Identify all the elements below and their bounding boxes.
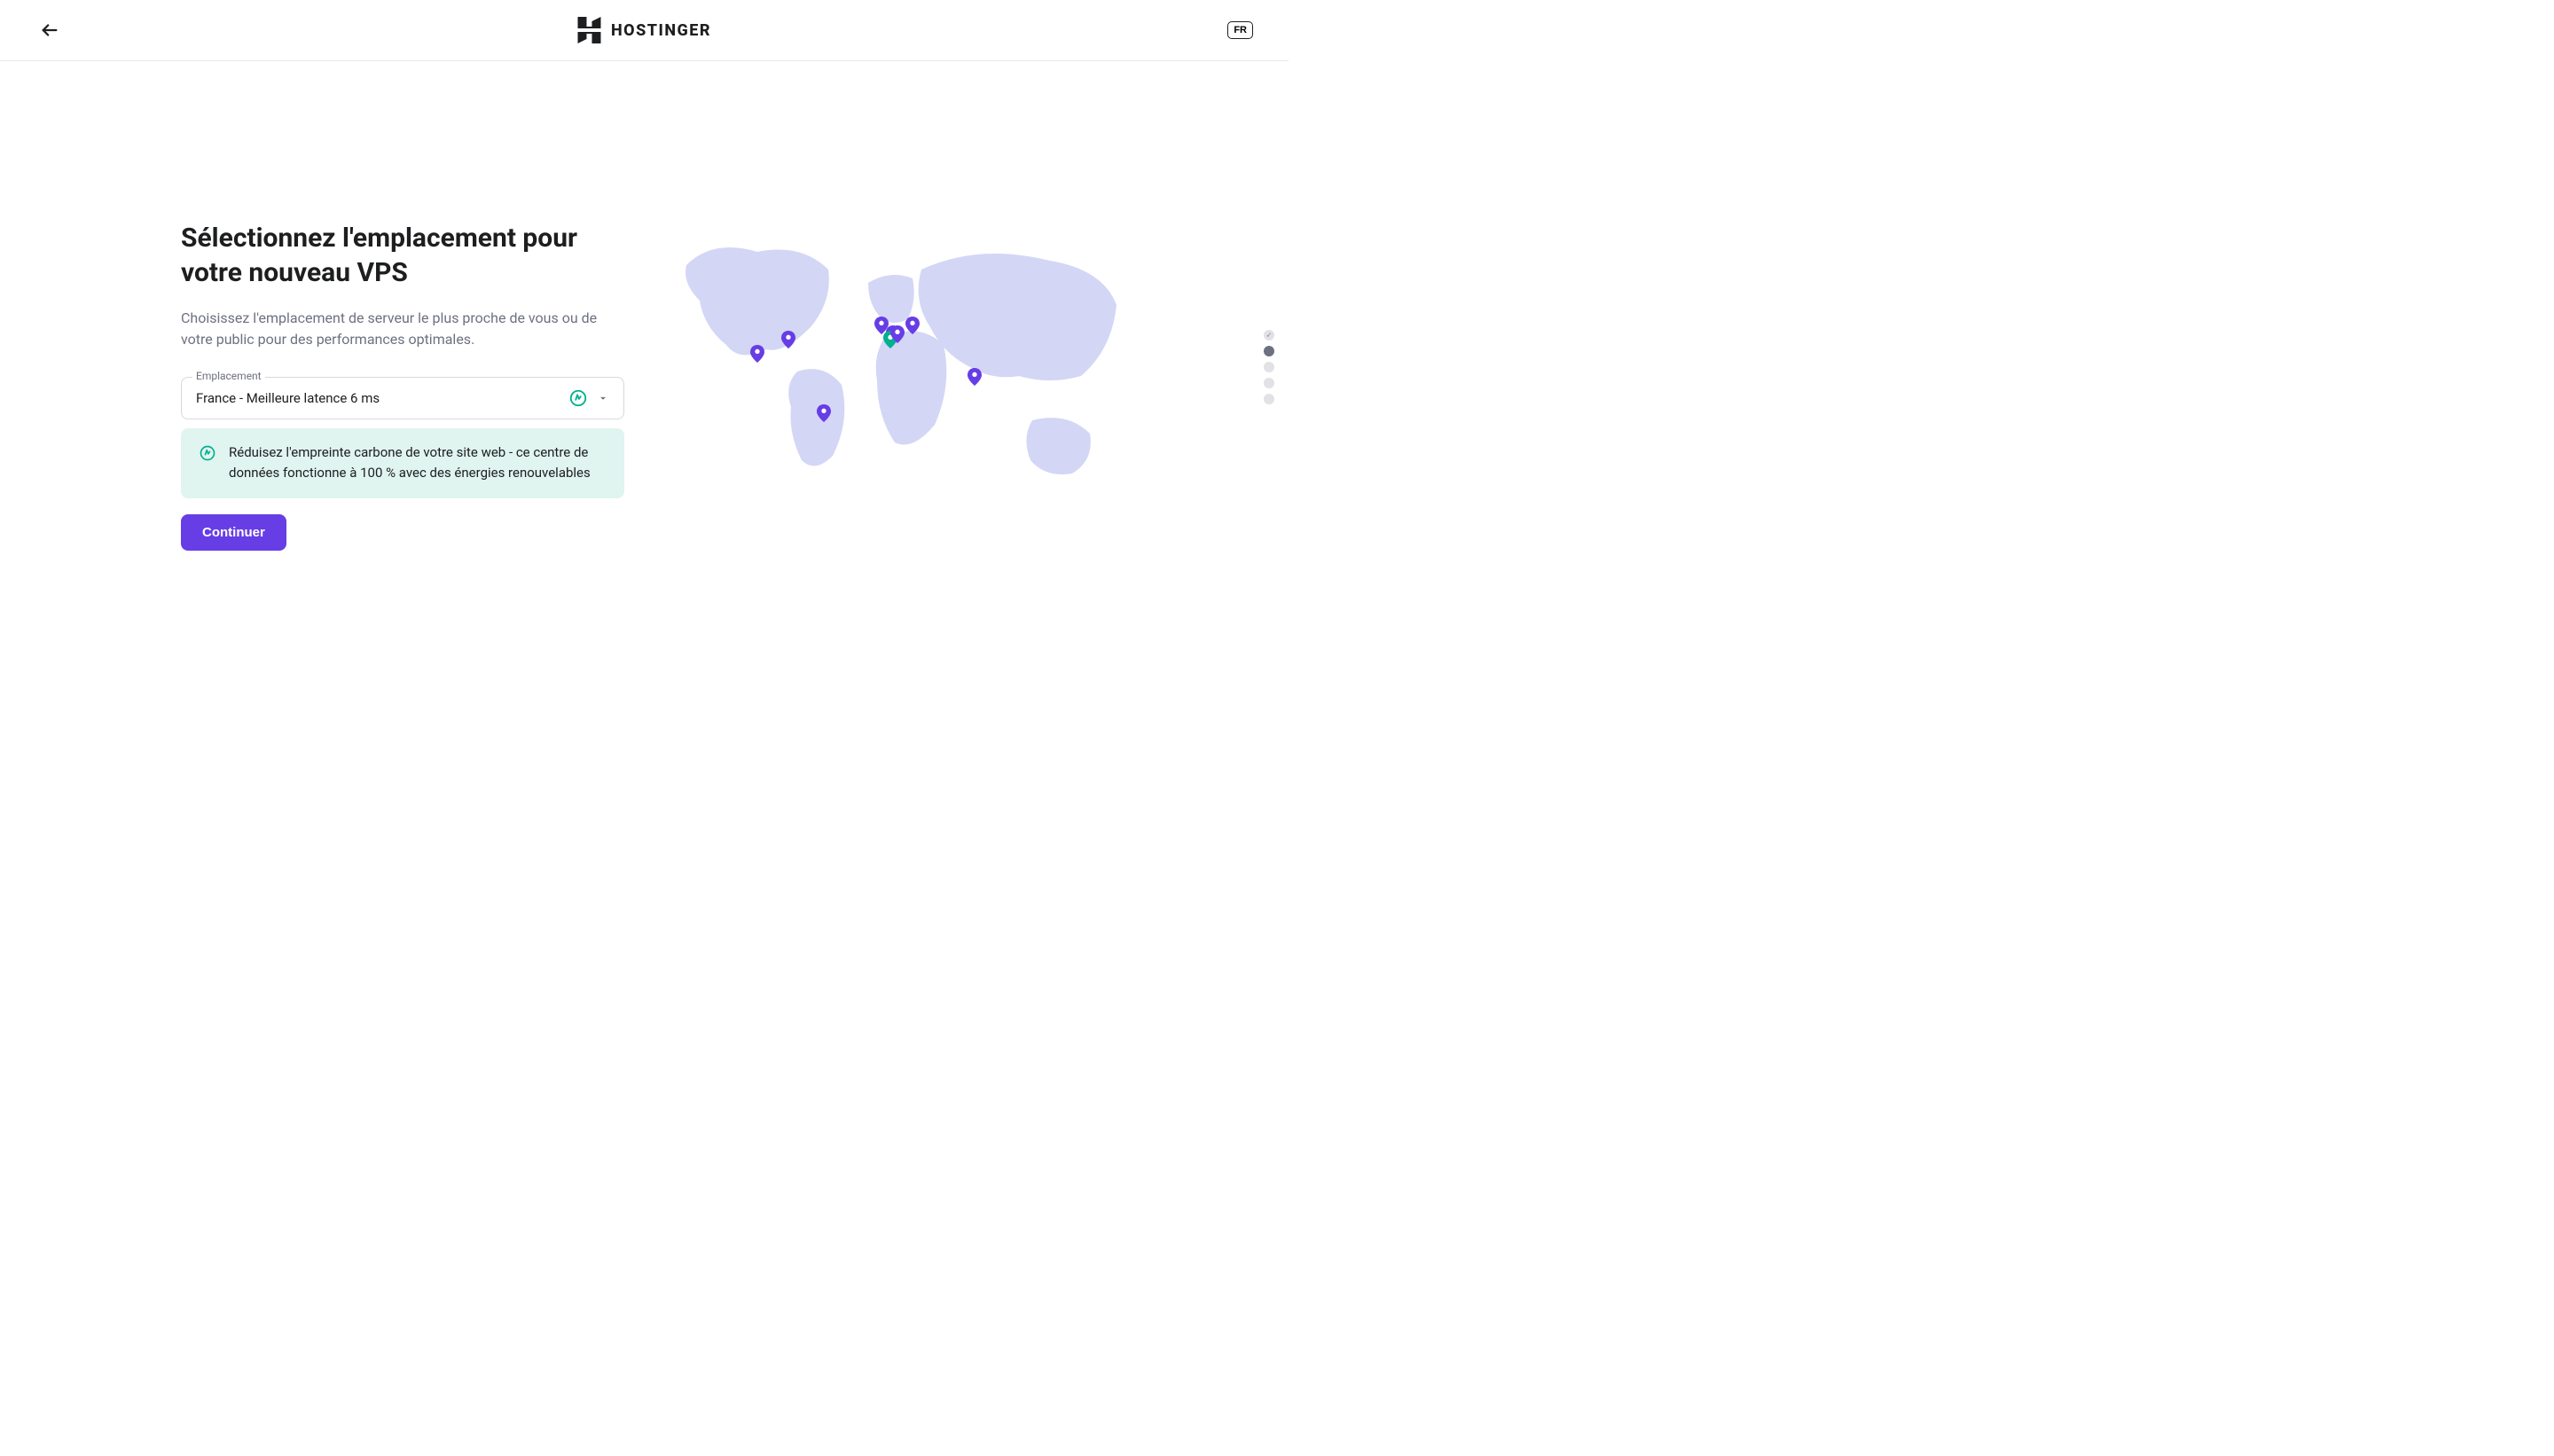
step-1[interactable] xyxy=(1264,330,1274,341)
step-2[interactable] xyxy=(1264,346,1274,356)
eco-leaf-icon xyxy=(568,388,588,408)
language-selector[interactable]: FR xyxy=(1227,21,1253,39)
continue-button[interactable]: Continuer xyxy=(181,514,286,551)
eco-notice-text: Réduisez l'empreinte carbone de votre si… xyxy=(229,442,607,484)
step-5[interactable] xyxy=(1264,394,1274,404)
location-value: France - Meilleure latence 6 ms xyxy=(196,390,380,406)
map-pin-usa-east[interactable] xyxy=(781,331,795,348)
location-select[interactable]: France - Meilleure latence 6 ms xyxy=(181,377,624,419)
eco-notice-box: Réduisez l'empreinte carbone de votre si… xyxy=(181,428,624,498)
map-pin-brazil[interactable] xyxy=(817,404,831,422)
step-4[interactable] xyxy=(1264,378,1274,388)
page-title: Sélectionnez l'emplacement pour votre no… xyxy=(181,221,624,290)
page-subtitle: Choisissez l'emplacement de serveur le p… xyxy=(181,308,624,350)
world-map-svg xyxy=(678,221,1121,505)
form-panel: Sélectionnez l'emplacement pour votre no… xyxy=(181,221,624,551)
brand-name: HOSTINGER xyxy=(611,21,711,40)
hostinger-logo-icon xyxy=(577,17,600,43)
map-pin-usa-west[interactable] xyxy=(750,345,764,363)
progress-stepper xyxy=(1264,330,1274,404)
chevron-down-icon xyxy=(597,392,609,404)
location-field: Emplacement France - Meilleure latence 6… xyxy=(181,377,624,419)
arrow-left-icon xyxy=(40,20,59,40)
map-pin-germany[interactable] xyxy=(890,325,905,343)
back-button[interactable] xyxy=(35,16,64,44)
world-map xyxy=(678,221,1121,505)
main-content: Sélectionnez l'emplacement pour votre no… xyxy=(0,61,1289,551)
map-pin-lithuania[interactable] xyxy=(905,317,920,334)
header: HOSTINGER FR xyxy=(0,0,1289,61)
location-label: Emplacement xyxy=(192,370,265,382)
eco-leaf-icon xyxy=(199,444,216,462)
brand-logo: HOSTINGER xyxy=(577,17,711,43)
map-pin-india[interactable] xyxy=(968,368,982,386)
step-3[interactable] xyxy=(1264,362,1274,372)
